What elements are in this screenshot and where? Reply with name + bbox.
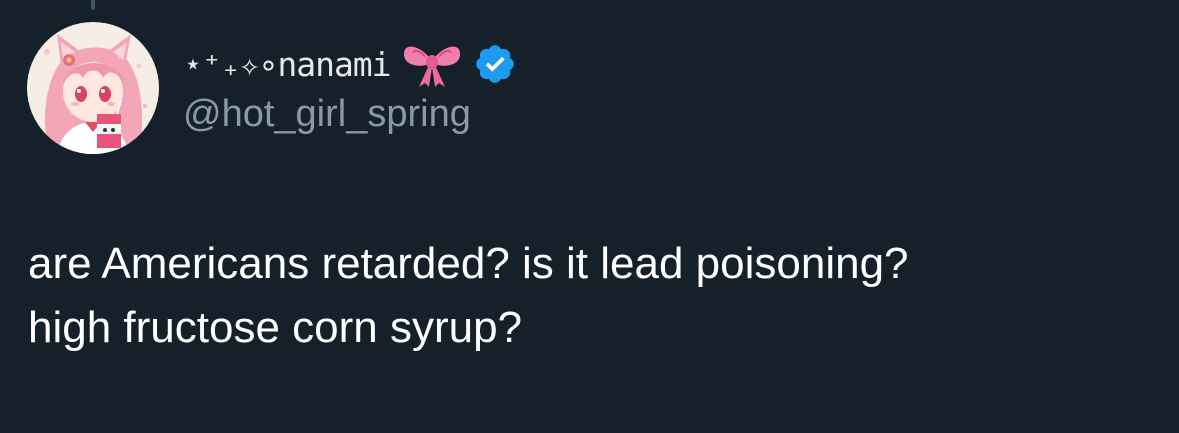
avatar[interactable]	[27, 22, 159, 154]
author-name-row: ⋆⁺₊✧∘nanami	[183, 38, 517, 90]
tweet-text-line: high fructose corn syrup?	[28, 303, 523, 352]
author-display-name[interactable]: ⋆⁺₊✧∘nanami	[183, 45, 392, 84]
thread-connector-line	[91, 0, 95, 10]
ribbon-bow-icon	[401, 39, 463, 89]
avatar-image	[27, 22, 159, 154]
tweet-text-line: are Americans retarded? is it lead poiso…	[28, 239, 909, 288]
verified-badge-icon[interactable]	[473, 42, 517, 86]
tweet-body: are Americans retarded? is it lead poiso…	[28, 232, 1148, 360]
author-handle[interactable]: @hot_girl_spring	[183, 93, 471, 136]
